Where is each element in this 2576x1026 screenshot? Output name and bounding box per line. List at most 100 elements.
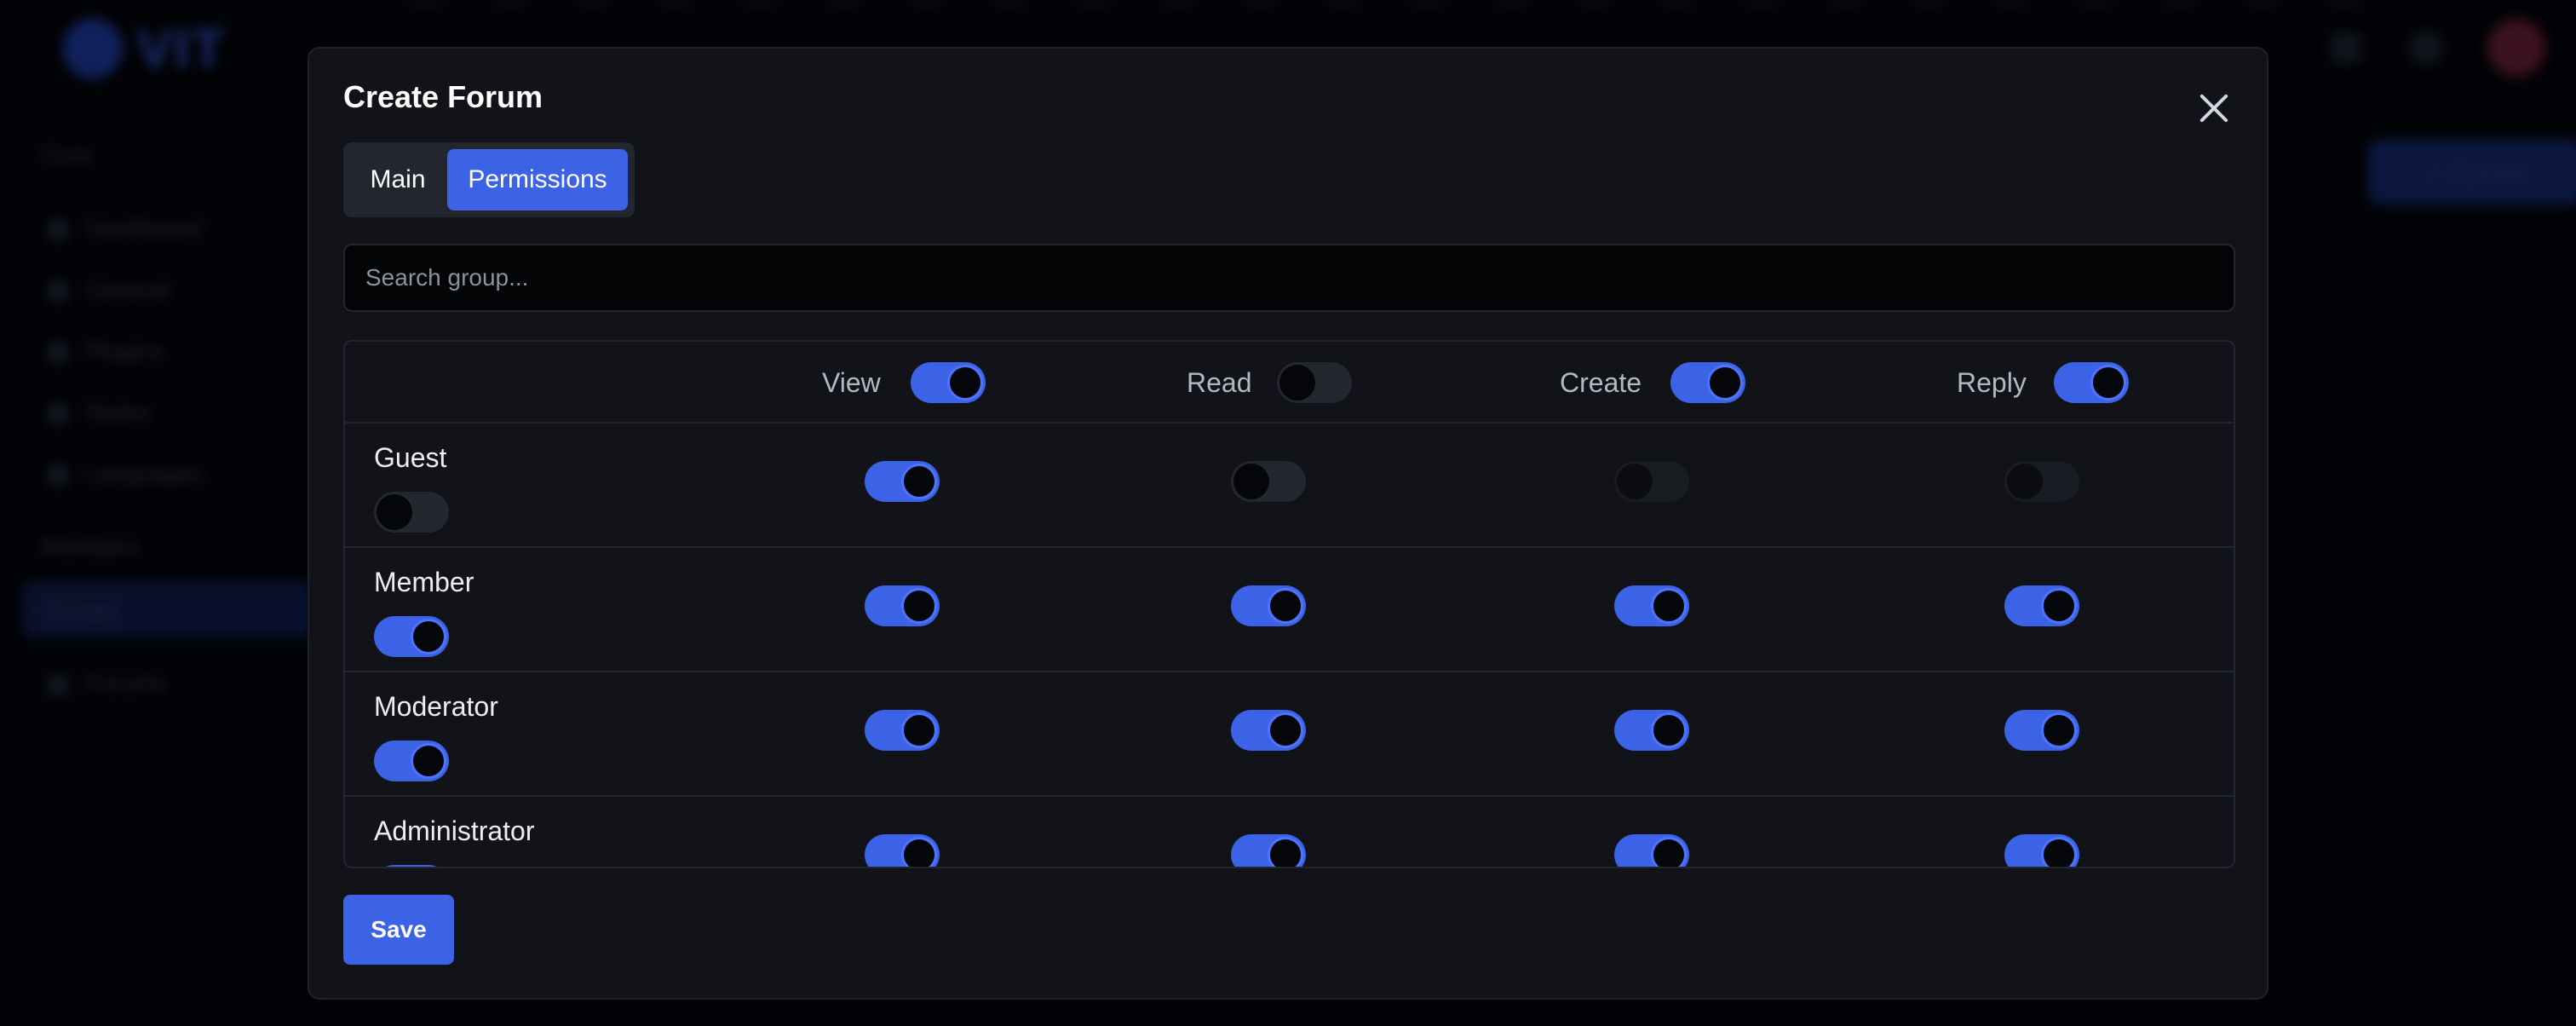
sidebar-item-styles: Styles	[48, 399, 150, 426]
save-button[interactable]: Save	[343, 895, 454, 965]
table-header: View Read Create Reply	[345, 342, 2234, 424]
sidebar-item-general: General	[48, 276, 170, 303]
toggle-knob	[411, 743, 446, 779]
column-header-read: Read	[1187, 367, 1252, 398]
toggle-knob	[1651, 837, 1687, 867]
search-group-input[interactable]	[343, 244, 2235, 312]
toggle-moderator-reply[interactable]	[2004, 710, 2079, 751]
tab-main[interactable]: Main	[350, 149, 446, 210]
background-tick	[2329, 0, 2363, 5]
toggle-knob	[1651, 588, 1687, 624]
sidebar-heading-core: Core	[41, 141, 93, 168]
toggle-guest-create[interactable]	[1614, 461, 1689, 502]
toggle-member-create[interactable]	[1614, 585, 1689, 626]
toggle-group-administrator[interactable]	[374, 865, 449, 868]
avatar	[2487, 19, 2545, 77]
toggle-moderator-view[interactable]	[865, 710, 940, 751]
sidebar-item-forums: Forums	[48, 670, 166, 697]
table-row-moderator: Moderator	[345, 672, 2234, 797]
background-tick	[1578, 0, 1612, 5]
group-name-member: Member	[374, 567, 474, 597]
background-tick-strip	[409, 0, 2453, 5]
background-tick	[826, 0, 860, 5]
background-tick	[743, 0, 777, 5]
table-row-member: Member	[345, 548, 2234, 672]
background-tick	[1327, 0, 1361, 5]
modal-title: Create Forum	[343, 79, 543, 114]
background-tick	[409, 0, 443, 5]
background-tick	[2079, 0, 2113, 5]
background-tick	[910, 0, 944, 5]
background-tick	[1160, 0, 1194, 5]
toggle-administrator-view[interactable]	[865, 834, 940, 867]
background-tick	[659, 0, 693, 5]
toggle-knob	[377, 494, 412, 530]
table-row-guest: Guest	[345, 424, 2234, 548]
toggle-all-view[interactable]	[911, 362, 986, 403]
toggle-administrator-create[interactable]	[1614, 834, 1689, 867]
tab-permissions[interactable]: Permissions	[447, 149, 628, 210]
toggle-knob	[901, 464, 937, 499]
toggle-knob	[901, 837, 937, 867]
toggle-guest-reply[interactable]	[2004, 461, 2079, 502]
toggle-knob	[1268, 588, 1303, 624]
background-tick	[1912, 0, 1946, 5]
column-header-view: View	[822, 367, 881, 398]
background-tick	[993, 0, 1027, 5]
toggle-moderator-create[interactable]	[1614, 710, 1689, 751]
toggle-knob	[901, 712, 937, 748]
edit-icon	[2331, 32, 2361, 63]
toggle-knob	[2090, 365, 2126, 401]
toggle-group-member[interactable]	[374, 616, 449, 657]
permissions-table: View Read Create Reply Guest Member Mode…	[343, 340, 2235, 868]
toggle-moderator-read[interactable]	[1231, 710, 1306, 751]
toggle-knob	[1279, 365, 1315, 401]
notification-icon	[2411, 32, 2441, 63]
background-tick	[1077, 0, 1111, 5]
toggle-knob	[1707, 365, 1743, 401]
background-tick	[1494, 0, 1528, 5]
tab-bar: Main Permissions	[343, 142, 635, 217]
toggle-all-create[interactable]	[1670, 362, 1745, 403]
background-tick	[576, 0, 610, 5]
background-tick	[1995, 0, 2029, 5]
background-tick	[1661, 0, 1695, 5]
toggle-knob	[411, 619, 446, 654]
toggle-guest-view[interactable]	[865, 461, 940, 502]
create-forum-modal: Create Forum Main Permissions View Read …	[308, 47, 2268, 1000]
toggle-administrator-reply[interactable]	[2004, 834, 2079, 867]
close-icon[interactable]	[2192, 86, 2236, 130]
toggle-knob	[411, 867, 446, 868]
sidebar-item-languages: Languages	[48, 460, 204, 487]
toggle-knob	[1233, 464, 1269, 499]
toggle-member-reply[interactable]	[2004, 585, 2079, 626]
toggle-knob	[2041, 712, 2077, 748]
toggle-all-reply[interactable]	[2054, 362, 2129, 403]
sidebar-item-dashboard: Dashboard	[48, 215, 202, 242]
logo-icon	[63, 19, 123, 78]
background-tick	[492, 0, 526, 5]
background-tick	[1828, 0, 1862, 5]
table-row-administrator: Administrator	[345, 797, 2234, 868]
toggle-administrator-read[interactable]	[1231, 834, 1306, 867]
toggle-knob	[1617, 464, 1653, 499]
toggle-group-guest[interactable]	[374, 492, 449, 533]
background-tick	[1745, 0, 1779, 5]
background-create-label: + Create	[2428, 159, 2527, 187]
toggle-knob	[2041, 837, 2077, 867]
column-header-reply: Reply	[1957, 367, 2027, 398]
background-tick	[2162, 0, 2196, 5]
background-tick	[2245, 0, 2280, 5]
toggle-all-read[interactable]	[1277, 362, 1352, 403]
column-header-create: Create	[1560, 367, 1642, 398]
background-tick	[1244, 0, 1278, 5]
group-name-administrator: Administrator	[374, 816, 535, 846]
toggle-member-read[interactable]	[1231, 585, 1306, 626]
toggle-guest-read[interactable]	[1231, 461, 1306, 502]
toggle-knob	[2041, 588, 2077, 624]
sidebar-item-groups: Groups	[43, 597, 121, 623]
toggle-knob	[1651, 712, 1687, 748]
toggle-group-moderator[interactable]	[374, 741, 449, 781]
toggle-member-view[interactable]	[865, 585, 940, 626]
logo-text: VIT	[136, 18, 227, 79]
